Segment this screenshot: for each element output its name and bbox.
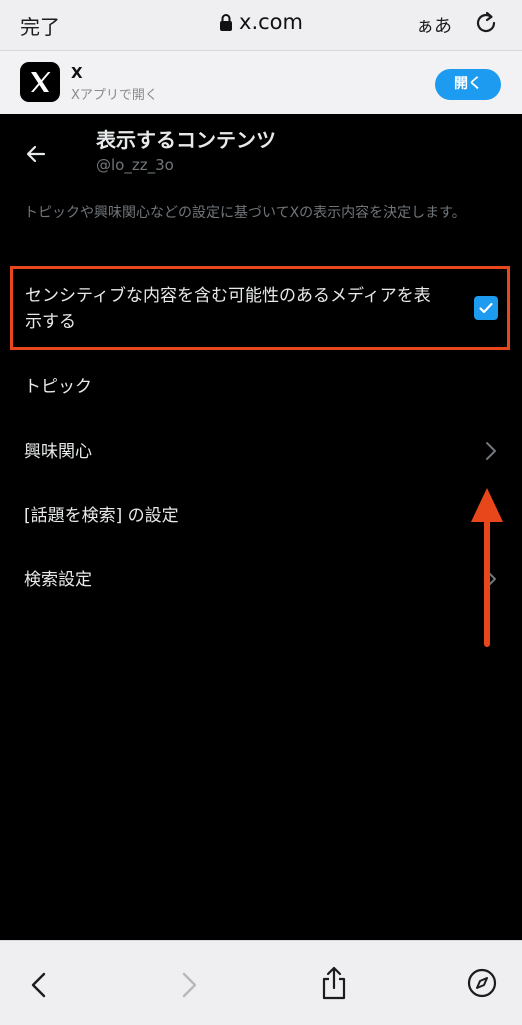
arrow-left-icon[interactable] <box>24 142 48 170</box>
browser-address-bar: 完了 x.com ぁあ <box>0 0 522 51</box>
url-text: x.com <box>239 10 303 34</box>
browser-toolbar <box>0 940 522 1025</box>
annotation-arrow-icon <box>466 484 508 652</box>
reload-icon[interactable] <box>472 9 500 41</box>
sensitive-media-label: センシティブな内容を含む可能性のあるメディアを表示する <box>25 286 431 332</box>
app-name: X <box>71 64 83 82</box>
menu-item-label: トピック <box>24 377 92 397</box>
account-handle: @lo_zz_3o <box>96 156 174 174</box>
app-subtitle: Xアプリで開く <box>71 88 158 103</box>
chevron-right-icon <box>484 440 498 466</box>
menu-item-topics[interactable]: トピック <box>24 372 498 402</box>
lock-icon <box>219 12 233 36</box>
chevron-right-icon[interactable] <box>178 971 200 1003</box>
open-app-button[interactable]: 開く <box>435 69 501 100</box>
compass-icon[interactable] <box>466 967 498 1003</box>
sensitive-media-setting[interactable]: センシティブな内容を含む可能性のあるメディアを表示する <box>10 266 510 350</box>
menu-item-interests[interactable]: 興味関心 <box>24 437 498 467</box>
checkmark-icon <box>479 302 493 314</box>
x-logo-icon <box>20 62 60 102</box>
menu-item-search-settings[interactable]: 検索設定 <box>24 565 498 595</box>
menu-item-label: [話題を検索] の設定 <box>24 506 179 526</box>
page-description: トピックや興味関心などの設定に基づいてXの表示内容を決定します。 <box>24 205 466 221</box>
content-settings-page: 表示するコンテンツ @lo_zz_3o トピックや興味関心などの設定に基づいてX… <box>0 114 522 940</box>
menu-item-explore-settings[interactable]: [話題を検索] の設定 <box>24 501 498 531</box>
app-banner: X Xアプリで開く 開く <box>0 51 522 114</box>
sensitive-media-checkbox[interactable] <box>474 296 498 320</box>
share-icon[interactable] <box>320 965 348 1005</box>
chevron-left-icon[interactable] <box>28 971 50 1003</box>
menu-item-label: 興味関心 <box>24 442 92 462</box>
menu-item-label: 検索設定 <box>24 570 92 590</box>
text-size-button[interactable]: ぁあ <box>416 12 452 38</box>
page-title: 表示するコンテンツ <box>96 128 276 152</box>
